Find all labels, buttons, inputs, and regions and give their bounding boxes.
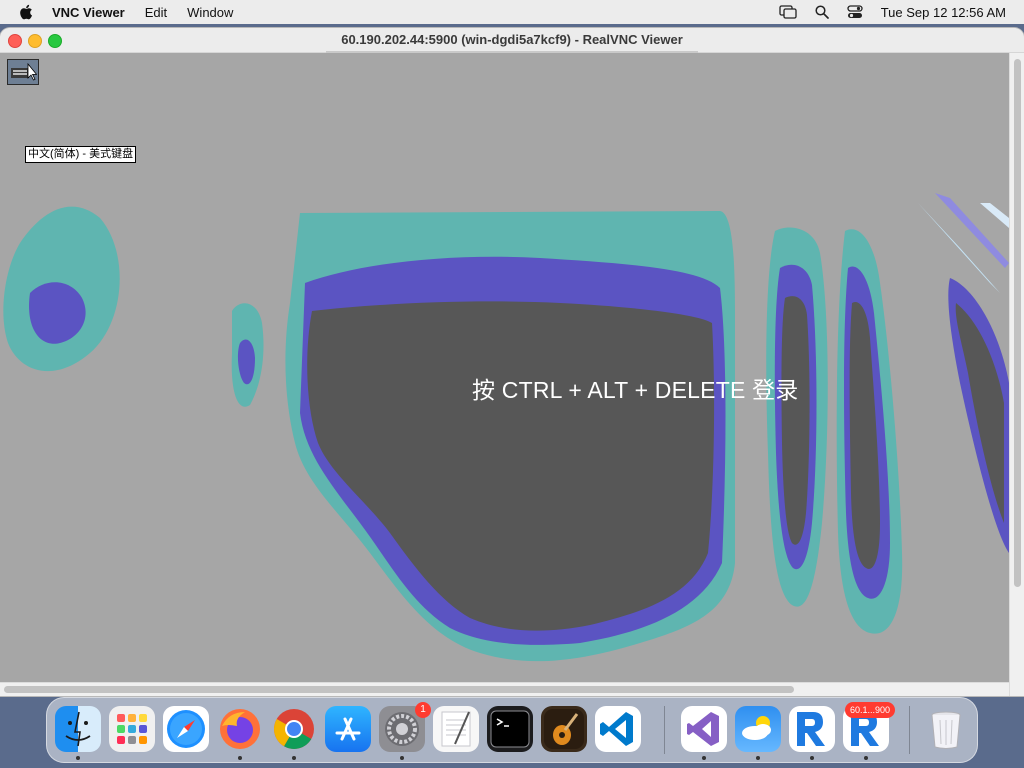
remote-desktop-view[interactable]: 中文(简体) - 美式键盘 按 CTRL + ALT + DELETE 登录 [0,53,1009,696]
dock-textedit[interactable] [433,706,479,752]
dock-weather[interactable] [735,706,781,752]
screen-mirroring-icon[interactable] [779,5,797,19]
dock: 1 60.1...900 [46,697,978,763]
chrome-icon [274,709,314,749]
spotlight-search-icon[interactable] [815,5,829,19]
vnc-viewer-window: 60.190.202.44:5900 (win-dgdi5a7kcf9) - R… [0,28,1024,696]
launchpad-icon [117,714,147,744]
vnc-toolbar-toggle-button[interactable] [7,59,39,85]
dock-finder[interactable] [55,706,101,752]
running-indicator [400,756,404,760]
finder-icon [65,711,91,747]
dock-visual-studio[interactable] [681,706,727,752]
menu-edit[interactable]: Edit [145,5,167,20]
menu-app-name[interactable]: VNC Viewer [52,5,125,20]
vertical-scrollbar-thumb[interactable] [1014,59,1021,587]
system-preferences-badge: 1 [415,702,431,718]
garageband-icon [544,709,584,749]
running-indicator [756,756,760,760]
menu-window[interactable]: Window [187,5,233,20]
menu-bar: VNC Viewer Edit Window Tue Sep 12 12:56 … [0,0,1024,24]
window-title-bar[interactable]: 60.190.202.44:5900 (win-dgdi5a7kcf9) - R… [0,28,1024,53]
app-store-icon [335,717,361,741]
horizontal-scrollbar-thumb[interactable] [4,686,794,693]
dock-safari[interactable] [163,706,209,752]
window-title: 60.190.202.44:5900 (win-dgdi5a7kcf9) - R… [341,32,683,47]
vnc-session-badge: 60.1...900 [845,702,895,718]
horizontal-scrollbar[interactable] [0,682,1009,696]
visual-studio-icon [687,712,719,746]
keyboard-icon [11,62,37,81]
trash-icon [931,711,961,749]
dock-chrome[interactable] [271,706,317,752]
dock-terminal[interactable] [487,706,533,752]
apple-menu-icon[interactable] [18,4,34,20]
dock-garageband[interactable] [541,706,587,752]
vscode-icon [600,712,633,746]
login-prompt-text: 按 CTRL + ALT + DELETE 登录 [472,377,799,403]
dock-trash[interactable] [923,706,969,752]
running-indicator [238,756,242,760]
terminal-icon [490,710,530,748]
dock-vscode[interactable] [595,706,641,752]
dock-launchpad[interactable] [109,706,155,752]
control-center-icon[interactable] [847,5,863,19]
running-indicator [292,756,296,760]
running-indicator [810,756,814,760]
vertical-scrollbar[interactable] [1009,53,1024,696]
dock-firefox[interactable] [217,706,263,752]
dock-separator [664,706,665,754]
running-indicator [864,756,868,760]
dock-separator [909,706,910,754]
dock-vnc-viewer[interactable] [789,706,835,752]
running-indicator [702,756,706,760]
weather-icon [742,716,771,740]
input-method-indicator[interactable]: 中文(简体) - 美式键盘 [25,146,137,163]
textedit-icon [441,711,471,747]
menu-bar-clock[interactable]: Tue Sep 12 12:56 AM [881,5,1006,20]
vnc-viewer-icon [797,712,825,746]
running-indicator [76,756,80,760]
safari-icon [167,710,205,748]
firefox-icon [220,709,260,749]
dock-app-store[interactable] [325,706,371,752]
